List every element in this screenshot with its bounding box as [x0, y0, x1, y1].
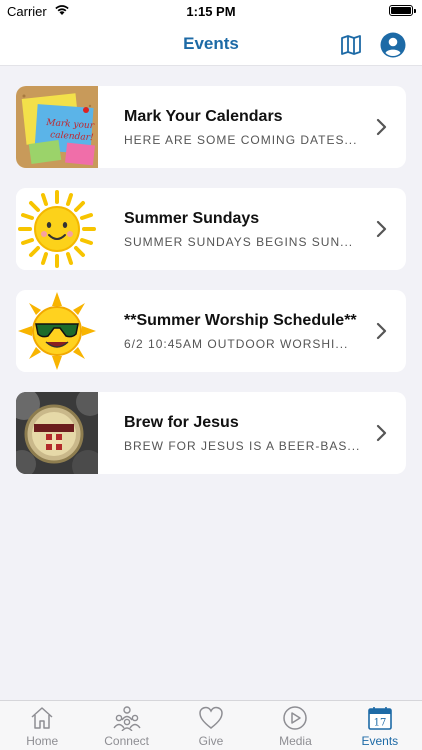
calendar-icon: 17: [368, 707, 392, 730]
event-subtitle: SUMMER SUNDAYS BEGINS SUN...: [124, 235, 354, 249]
bottle-caps-icon: [16, 392, 98, 474]
event-title: Mark Your Calendars: [124, 108, 283, 125]
tab-home[interactable]: Home: [0, 701, 84, 750]
chevron-right-icon: [376, 322, 387, 340]
chevron-right-icon: [376, 220, 387, 238]
play-icon: [283, 706, 308, 730]
tab-events[interactable]: 17 Events: [338, 701, 422, 750]
tab-label: Give: [198, 734, 224, 748]
chevron-right-icon: [376, 424, 387, 442]
tab-connect[interactable]: Connect: [84, 701, 168, 750]
tab-label: Connect: [104, 734, 149, 748]
tab-bar: Home Connect Give Media 17 Events: [0, 700, 422, 750]
tab-label: Home: [26, 734, 59, 748]
event-card-summer-sundays[interactable]: Summer Sundays SUMMER SUNDAYS BEGINS SUN…: [16, 188, 406, 270]
tab-media[interactable]: Media: [253, 701, 337, 750]
home-icon: [31, 707, 53, 729]
profile-icon[interactable]: [380, 32, 406, 58]
event-title: Summer Sundays: [124, 210, 260, 227]
events-list: Mark your calendar! Mark Your Calendars …: [16, 86, 406, 494]
calendar-day: 17: [373, 718, 386, 729]
event-card-summer-worship-schedule[interactable]: **Summer Worship Schedule** 6/2 10:45AM …: [16, 290, 406, 372]
tab-give[interactable]: Give: [169, 701, 253, 750]
chevron-right-icon: [376, 118, 387, 136]
event-subtitle: 6/2 10:45AM OUTDOOR WORSHI...: [124, 337, 349, 351]
event-subtitle: HERE ARE SOME COMING DATES...: [124, 133, 358, 147]
sticky-notes-icon: Mark your calendar!: [16, 86, 98, 168]
heart-icon: [199, 706, 223, 729]
event-title: **Summer Worship Schedule**: [124, 312, 357, 329]
event-card-mark-your-calendars[interactable]: Mark your calendar! Mark Your Calendars …: [16, 86, 406, 168]
tab-label: Media: [279, 734, 312, 748]
event-subtitle: BREW FOR JESUS IS A BEER-BAS...: [124, 439, 361, 453]
sun-sunglasses-icon: [16, 290, 98, 372]
map-icon[interactable]: [340, 34, 362, 56]
battery-icon: [389, 5, 416, 16]
status-bar: Carrier 1:15 PM: [0, 0, 422, 22]
event-card-brew-for-jesus[interactable]: Brew for Jesus BREW FOR JESUS IS A BEER-…: [16, 392, 406, 474]
tab-label: Events: [361, 734, 399, 748]
people-icon: [113, 706, 141, 731]
smiling-sun-icon: [16, 188, 98, 270]
event-title: Brew for Jesus: [124, 414, 239, 431]
clock: 1:15 PM: [186, 4, 236, 19]
navigation-bar: Events: [0, 22, 422, 66]
